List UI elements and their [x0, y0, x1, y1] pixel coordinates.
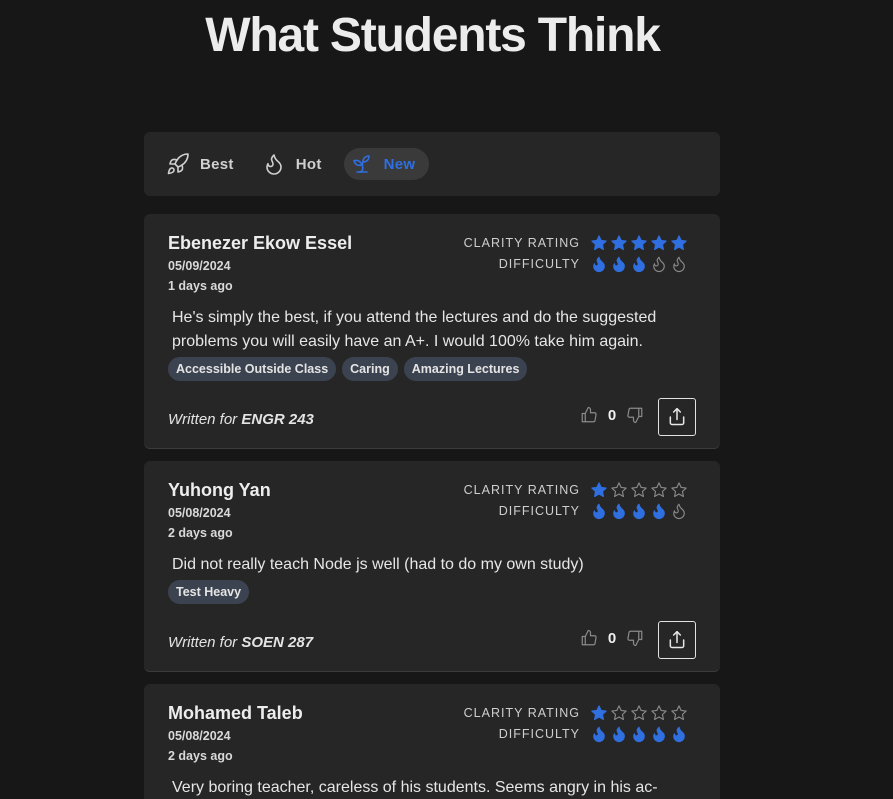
star-filled-icon — [591, 235, 607, 251]
tag: Amazing Lectures — [403, 357, 528, 381]
vote-controls: 0 — [580, 406, 644, 424]
difficulty-rating: DIFFICULTY — [499, 255, 688, 273]
review-comment: Did not really teach Node js well (had t… — [172, 556, 584, 573]
share-button[interactable] — [658, 398, 696, 436]
flame-empty-icon — [653, 256, 665, 272]
review-age: 1 days ago — [168, 279, 233, 293]
course-code: ENGR 243 — [241, 411, 314, 428]
tag: Test Heavy — [168, 580, 250, 604]
review-card: Ebenezer Ekow Essel 05/09/2024 1 days ag… — [144, 214, 720, 449]
sort-best-button[interactable]: Best — [160, 148, 248, 180]
clarity-label: CLARITY RATING — [463, 236, 580, 250]
clarity-label: CLARITY RATING — [463, 483, 580, 497]
flame-empty-icon — [673, 256, 685, 272]
clarity-rating: CLARITY RATING — [464, 704, 688, 722]
flame-empty-icon — [673, 503, 685, 519]
review-age: 2 days ago — [168, 749, 233, 763]
tag: Caring — [342, 357, 398, 381]
flame-filled-icon — [593, 503, 605, 519]
star-filled-icon — [591, 482, 607, 498]
review-comment: Very boring teacher, careless of his stu… — [172, 779, 658, 796]
share-icon — [669, 407, 685, 426]
thumbs-up-icon[interactable] — [580, 629, 598, 647]
review-card: Mohamed Taleb 05/08/2024 2 days ago CLAR… — [144, 684, 720, 799]
review-tags: Test Heavy — [168, 580, 250, 604]
review-comment: He's simply the best, if you attend the … — [172, 309, 657, 350]
vote-controls: 0 — [580, 629, 644, 647]
flame-filled-icon — [593, 726, 605, 742]
flame-filled-icon — [613, 256, 625, 272]
sort-new-label: New — [383, 155, 416, 173]
clarity-rating: CLARITY RATING — [464, 481, 688, 499]
vote-count: 0 — [607, 629, 617, 647]
sort-bar: Best Hot New — [144, 132, 720, 196]
flame-filled-icon — [613, 503, 625, 519]
vote-count: 0 — [607, 406, 617, 424]
professor-name: Yuhong Yan — [168, 480, 271, 500]
thumbs-down-icon[interactable] — [626, 406, 644, 424]
written-for-label: Written for — [168, 634, 238, 651]
flame-filled-icon — [593, 256, 605, 272]
star-empty-icon — [631, 705, 647, 721]
star-empty-icon — [651, 705, 667, 721]
professor-name: Mohamed Taleb — [168, 703, 303, 723]
sort-hot-label: Hot — [295, 155, 322, 173]
star-empty-icon — [651, 482, 667, 498]
sprout-icon — [352, 155, 370, 173]
star-empty-icon — [671, 705, 687, 721]
clarity-stars — [590, 234, 688, 252]
difficulty-flames — [590, 502, 688, 520]
review-date: 05/08/2024 — [168, 729, 231, 743]
star-filled-icon — [591, 705, 607, 721]
difficulty-flames — [590, 255, 688, 273]
page-title: What Students Think — [205, 9, 661, 62]
thumbs-down-icon[interactable] — [626, 629, 644, 647]
star-filled-icon — [671, 235, 687, 251]
flame-filled-icon — [613, 726, 625, 742]
written-for-label: Written for — [168, 411, 238, 428]
clarity-rating: CLARITY RATING — [464, 234, 688, 252]
clarity-stars — [590, 704, 688, 722]
star-empty-icon — [611, 705, 627, 721]
star-filled-icon — [651, 235, 667, 251]
course-line: Written for ENGR 243 — [168, 411, 314, 428]
difficulty-label: DIFFICULTY — [498, 257, 580, 271]
review-age: 2 days ago — [168, 526, 233, 540]
flame-filled-icon — [653, 503, 665, 519]
flame-filled-icon — [653, 726, 665, 742]
star-empty-icon — [631, 482, 647, 498]
course-code: SOEN 287 — [241, 634, 314, 651]
clarity-stars — [590, 481, 688, 499]
difficulty-rating: DIFFICULTY — [499, 725, 688, 743]
course-line: Written for SOEN 287 — [168, 634, 313, 651]
clarity-label: CLARITY RATING — [463, 706, 580, 720]
flame-icon — [265, 154, 282, 175]
review-tags: Accessible Outside Class Caring Amazing … — [168, 357, 528, 381]
sort-new-button[interactable]: New — [343, 148, 430, 180]
flame-filled-icon — [633, 503, 645, 519]
star-filled-icon — [611, 235, 627, 251]
difficulty-label: DIFFICULTY — [498, 504, 580, 518]
share-button[interactable] — [658, 621, 696, 659]
page: What Students Think Best Hot New Ebeneze… — [0, 0, 893, 799]
star-empty-icon — [671, 482, 687, 498]
difficulty-flames — [590, 725, 688, 743]
difficulty-rating: DIFFICULTY — [499, 502, 688, 520]
flame-filled-icon — [673, 726, 685, 742]
professor-name: Ebenezer Ekow Essel — [168, 233, 353, 253]
review-date: 05/09/2024 — [168, 259, 231, 273]
thumbs-up-icon[interactable] — [580, 406, 598, 424]
review-card: Yuhong Yan 05/08/2024 2 days ago CLARITY… — [144, 461, 720, 672]
sort-best-label: Best — [200, 155, 234, 173]
rocket-icon — [167, 153, 189, 175]
star-filled-icon — [631, 235, 647, 251]
share-icon — [669, 630, 685, 649]
tag: Accessible Outside Class — [168, 357, 337, 381]
star-empty-icon — [611, 482, 627, 498]
sort-hot-button[interactable]: Hot — [256, 148, 336, 180]
flame-filled-icon — [633, 256, 645, 272]
difficulty-label: DIFFICULTY — [498, 727, 580, 741]
flame-filled-icon — [633, 726, 645, 742]
review-date: 05/08/2024 — [168, 506, 231, 520]
